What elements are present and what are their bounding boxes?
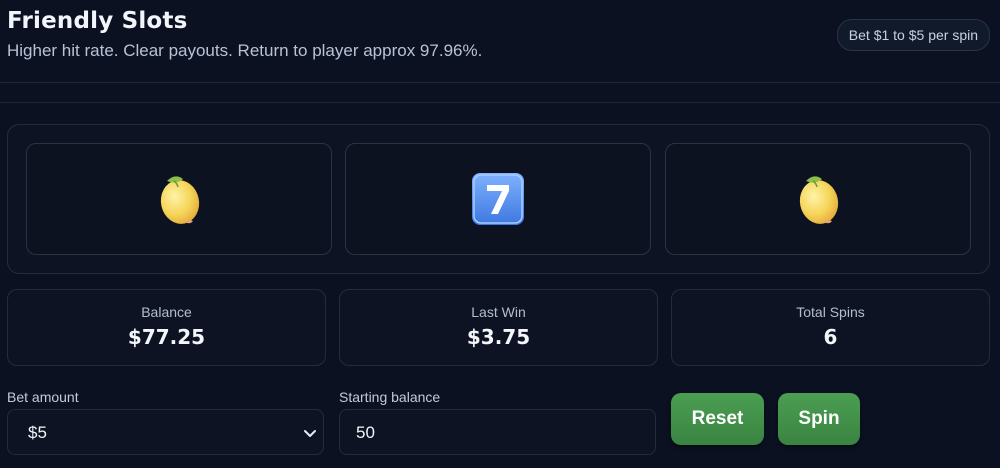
reels-panel (7, 124, 990, 274)
reel-1 (26, 143, 332, 255)
bet-amount-label: Bet amount (7, 389, 79, 405)
last-win-card: Last Win $3.75 (339, 289, 658, 366)
bet-amount-select[interactable]: $5 (7, 409, 324, 455)
page-subtitle: Higher hit rate. Clear payouts. Return t… (7, 41, 483, 60)
balance-value: $77.25 (127, 325, 206, 349)
balance-card: Balance $77.25 (7, 289, 326, 366)
last-win-value: $3.75 (466, 325, 531, 349)
lemon-icon (160, 176, 200, 224)
header: Friendly Slots Higher hit rate. Clear pa… (0, 0, 1000, 83)
reset-button[interactable]: Reset (671, 393, 764, 445)
last-win-label: Last Win (471, 304, 526, 320)
bet-range-badge: Bet $1 to $5 per spin (836, 19, 990, 51)
spin-button[interactable]: Spin (778, 393, 860, 445)
lemon-icon (799, 176, 839, 224)
page-title: Friendly Slots (7, 8, 188, 34)
section-divider (0, 102, 1000, 103)
starting-balance-value: 50 (356, 423, 375, 442)
starting-balance-label: Starting balance (339, 389, 441, 405)
total-spins-card: Total Spins 6 (671, 289, 990, 366)
bet-amount-value: $5 (28, 423, 47, 442)
seven-icon (472, 173, 524, 225)
reel-3 (665, 143, 971, 255)
balance-label: Balance (141, 304, 192, 320)
total-spins-label: Total Spins (796, 304, 865, 320)
chevron-down-icon (304, 430, 316, 437)
total-spins-value: 6 (823, 325, 838, 349)
reel-2 (345, 143, 651, 255)
starting-balance-input[interactable]: 50 (339, 409, 656, 455)
